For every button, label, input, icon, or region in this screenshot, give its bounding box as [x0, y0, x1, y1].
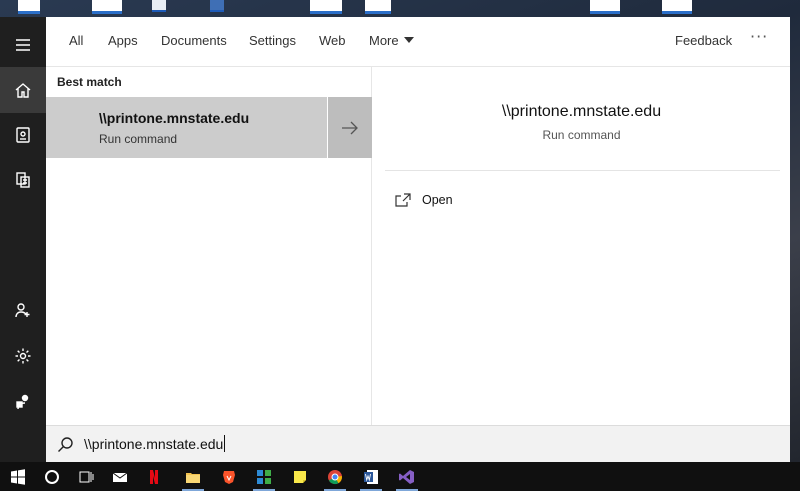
tab-settings[interactable]: Settings — [249, 33, 296, 48]
notebook-icon — [16, 127, 30, 143]
search-left-rail — [0, 17, 46, 462]
desktop-file-icon[interactable] — [92, 0, 122, 14]
search-input[interactable]: \\printone.mnstate.edu — [84, 435, 226, 452]
taskbar-network-app[interactable] — [247, 462, 281, 491]
preview-title: \\printone.mnstate.edu — [501, 103, 662, 120]
desktop-shortcut-icon[interactable] — [152, 0, 166, 12]
feedback-link[interactable]: Feedback — [675, 33, 732, 48]
start-button[interactable] — [1, 462, 35, 491]
search-box[interactable]: \\printone.mnstate.edu — [46, 425, 790, 462]
tab-all[interactable]: All — [69, 33, 83, 48]
taskbar-brave[interactable] — [212, 462, 246, 491]
taskbar-visual-studio[interactable] — [390, 462, 424, 491]
tab-apps[interactable]: Apps — [108, 33, 138, 48]
task-view-button[interactable] — [69, 462, 103, 491]
preview-divider — [385, 170, 780, 171]
home-icon — [15, 83, 31, 98]
best-match-item[interactable]: \\printone.mnstate.edu Run command — [46, 97, 326, 158]
text-cursor — [224, 435, 226, 452]
taskbar-word[interactable] — [354, 462, 388, 491]
preview-subtitle: Run command — [542, 128, 621, 142]
search-panel: All Apps Documents Settings Web More Fee… — [46, 17, 790, 462]
more-options-button[interactable]: ··· — [750, 27, 768, 46]
desktop-shortcut-icon[interactable] — [210, 0, 224, 12]
best-match-result: \\printone.mnstate.edu Run command — [46, 97, 372, 158]
results-list: Best match \\printone.mnstate.edu Run co… — [46, 67, 372, 425]
cortana-button[interactable] — [35, 462, 69, 491]
taskbar-chrome[interactable] — [318, 462, 352, 491]
sticky-notes-icon — [294, 470, 306, 483]
file-explorer-icon — [186, 472, 200, 483]
gear-icon — [15, 348, 31, 364]
result-subtitle: Run command — [99, 132, 178, 146]
notebook-button[interactable] — [0, 112, 46, 158]
arrow-right-icon — [342, 121, 358, 134]
chevron-down-icon — [403, 37, 414, 43]
chrome-icon — [328, 469, 342, 484]
netflix-icon — [150, 469, 158, 484]
documents-icon — [16, 172, 30, 188]
word-icon — [364, 469, 378, 484]
user-add-icon — [15, 303, 30, 318]
windows-start-icon — [11, 468, 25, 485]
open-action-label: Open — [422, 193, 453, 207]
search-icon — [58, 437, 73, 452]
taskbar — [0, 462, 800, 491]
settings-button[interactable] — [0, 333, 46, 379]
menu-button[interactable] — [0, 22, 46, 68]
open-action[interactable]: Open — [395, 190, 453, 210]
tab-more[interactable]: More — [369, 33, 414, 48]
account-button[interactable] — [0, 287, 46, 333]
tab-more-label: More — [369, 33, 399, 48]
search-query-text: \\printone.mnstate.edu — [84, 436, 224, 452]
feedback-person-icon — [16, 394, 29, 410]
search-filter-tabs: All Apps Documents Settings Web More Fee… — [46, 17, 790, 67]
tab-web[interactable]: Web — [319, 33, 346, 48]
task-view-icon — [79, 471, 94, 482]
documents-button[interactable] — [0, 157, 46, 203]
result-title: \\printone.mnstate.edu — [99, 110, 250, 126]
tab-documents[interactable]: Documents — [161, 33, 227, 48]
open-icon — [395, 193, 411, 207]
taskbar-mail[interactable] — [103, 462, 137, 491]
expand-preview-button[interactable] — [327, 97, 372, 158]
desktop-file-icon[interactable] — [18, 0, 40, 14]
section-best-match-label: Best match — [57, 75, 122, 89]
cortana-icon — [45, 469, 59, 484]
mail-icon — [112, 472, 128, 482]
taskbar-sticky-notes[interactable] — [283, 462, 317, 491]
desktop-file-icon[interactable] — [662, 0, 692, 14]
taskbar-netflix[interactable] — [137, 462, 171, 491]
visual-studio-icon — [399, 469, 414, 484]
preview-pane: \\printone.mnstate.edu Run command Open — [373, 67, 790, 425]
desktop-file-icon[interactable] — [310, 0, 342, 14]
hamburger-icon — [16, 39, 30, 51]
home-button[interactable] — [0, 67, 46, 113]
desktop-file-icon[interactable] — [365, 0, 391, 14]
brave-icon — [223, 470, 235, 484]
desktop-file-icon[interactable] — [590, 0, 620, 14]
network-app-icon — [257, 469, 271, 484]
feedback-hub-button[interactable] — [0, 379, 46, 425]
taskbar-file-explorer[interactable] — [176, 462, 210, 491]
